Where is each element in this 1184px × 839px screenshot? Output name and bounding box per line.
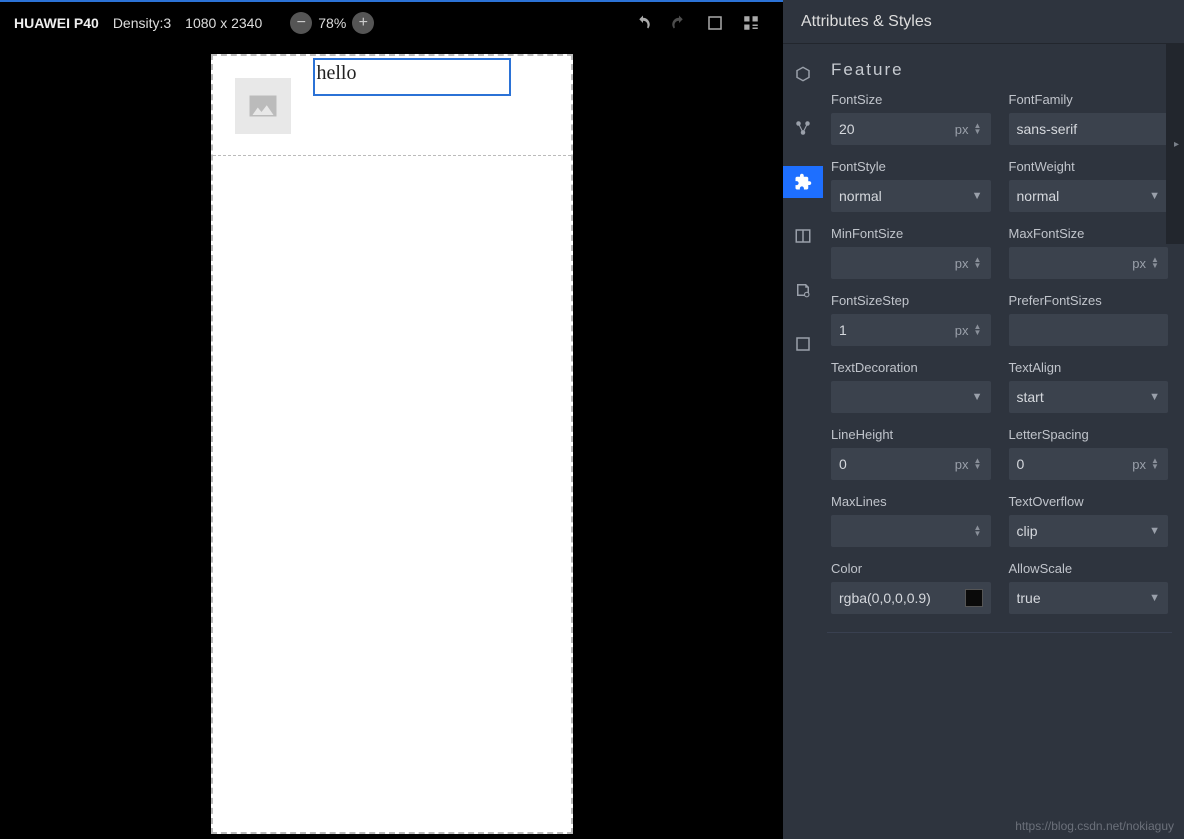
rail-page-icon[interactable] [783,274,823,306]
undo-icon[interactable] [631,11,655,35]
input-maxFontSize[interactable]: px ▲▼ [1009,247,1169,279]
color-swatch[interactable] [965,589,983,607]
zoom-level: 78% [318,15,346,31]
field-textAlign: TextAlign start [1009,360,1169,413]
selected-text-value: hello [317,62,357,84]
label-preferFontSizes: PreferFontSizes [1009,293,1169,308]
properties-list: Feature FontSize 20 px ▲▼ FontFamily san… [823,44,1184,839]
rail-square-icon[interactable] [783,328,823,360]
rectangle-icon[interactable] [703,11,727,35]
rail-feature-icon[interactable] [783,166,823,198]
select-fontWeight[interactable]: normal [1009,180,1169,212]
label-fontFamily: FontFamily [1009,92,1169,107]
field-textDecoration: TextDecoration [831,360,991,413]
label-color: Color [831,561,991,576]
label-fontSizeStep: FontSizeStep [831,293,991,308]
field-fontStyle: FontStyle normal [831,159,991,212]
field-fontFamily: FontFamily sans-serif [1009,92,1169,145]
field-fontWeight: FontWeight normal [1009,159,1169,212]
input-color[interactable]: rgba(0,0,0,0.9) [831,582,991,614]
rail-nodes-icon[interactable] [783,112,823,144]
watermark-text: https://blog.csdn.net/nokiaguy [1015,819,1174,833]
resolution-label: 1080 x 2340 [185,15,262,31]
field-lineHeight: LineHeight 0 px ▲▼ [831,427,991,480]
select-textOverflow[interactable]: clip [1009,515,1169,547]
zoom-out-button[interactable]: − [290,12,312,34]
field-textOverflow: TextOverflow clip [1009,494,1169,547]
top-bar: HUAWEI P40 Density:3 1080 x 2340 − 78% + [0,0,783,44]
label-fontSize: FontSize [831,92,991,107]
rail-columns-icon[interactable] [783,220,823,252]
label-minFontSize: MinFontSize [831,226,991,241]
input-fontFamily[interactable]: sans-serif [1009,113,1169,145]
label-textAlign: TextAlign [1009,360,1169,375]
label-letterSpacing: LetterSpacing [1009,427,1169,442]
input-fontSize[interactable]: 20 px ▲▼ [831,113,991,145]
field-color: Color rgba(0,0,0,0.9) [831,561,991,614]
panel-icon-rail [783,44,823,839]
input-maxLines[interactable]: ▲▼ [831,515,991,547]
zoom-in-button[interactable]: + [352,12,374,34]
layout-icon[interactable] [739,11,763,35]
selected-text-element[interactable]: hello [313,58,511,96]
section-heading: Feature [827,58,1172,92]
select-allowScale[interactable]: true [1009,582,1169,614]
input-preferFontSizes[interactable] [1009,314,1169,346]
label-textOverflow: TextOverflow [1009,494,1169,509]
field-letterSpacing: LetterSpacing 0 px ▲▼ [1009,427,1169,480]
rail-cube-icon[interactable] [783,58,823,90]
field-fontSizeStep: FontSizeStep 1 px ▲▼ [831,293,991,346]
field-allowScale: AllowScale true [1009,561,1169,614]
label-maxLines: MaxLines [831,494,991,509]
density-label: Density:3 [113,15,171,31]
label-fontWeight: FontWeight [1009,159,1169,174]
attributes-panel: Attributes & Styles Feature [783,0,1184,839]
field-fontSize: FontSize 20 px ▲▼ [831,92,991,145]
phone-header: hello [213,56,571,156]
panel-title: Attributes & Styles [783,0,1184,44]
phone-frame: hello [211,54,573,834]
label-allowScale: AllowScale [1009,561,1169,576]
label-textDecoration: TextDecoration [831,360,991,375]
field-maxLines: MaxLines ▲▼ [831,494,991,547]
label-lineHeight: LineHeight [831,427,991,442]
preview-canvas[interactable]: hello [0,44,783,839]
select-fontStyle[interactable]: normal [831,180,991,212]
device-name: HUAWEI P40 [14,15,99,31]
field-minFontSize: MinFontSize px ▲▼ [831,226,991,279]
redo-icon[interactable] [667,11,691,35]
input-minFontSize[interactable]: px ▲▼ [831,247,991,279]
input-letterSpacing[interactable]: 0 px ▲▼ [1009,448,1169,480]
input-fontSizeStep[interactable]: 1 px ▲▼ [831,314,991,346]
field-preferFontSizes: PreferFontSizes [1009,293,1169,346]
image-placeholder[interactable] [235,78,291,134]
input-lineHeight[interactable]: 0 px ▲▼ [831,448,991,480]
select-textDecoration[interactable] [831,381,991,413]
select-textAlign[interactable]: start [1009,381,1169,413]
right-tab-rail[interactable]: ▸ [1166,44,1184,244]
label-fontStyle: FontStyle [831,159,991,174]
field-maxFontSize: MaxFontSize px ▲▼ [1009,226,1169,279]
label-maxFontSize: MaxFontSize [1009,226,1169,241]
